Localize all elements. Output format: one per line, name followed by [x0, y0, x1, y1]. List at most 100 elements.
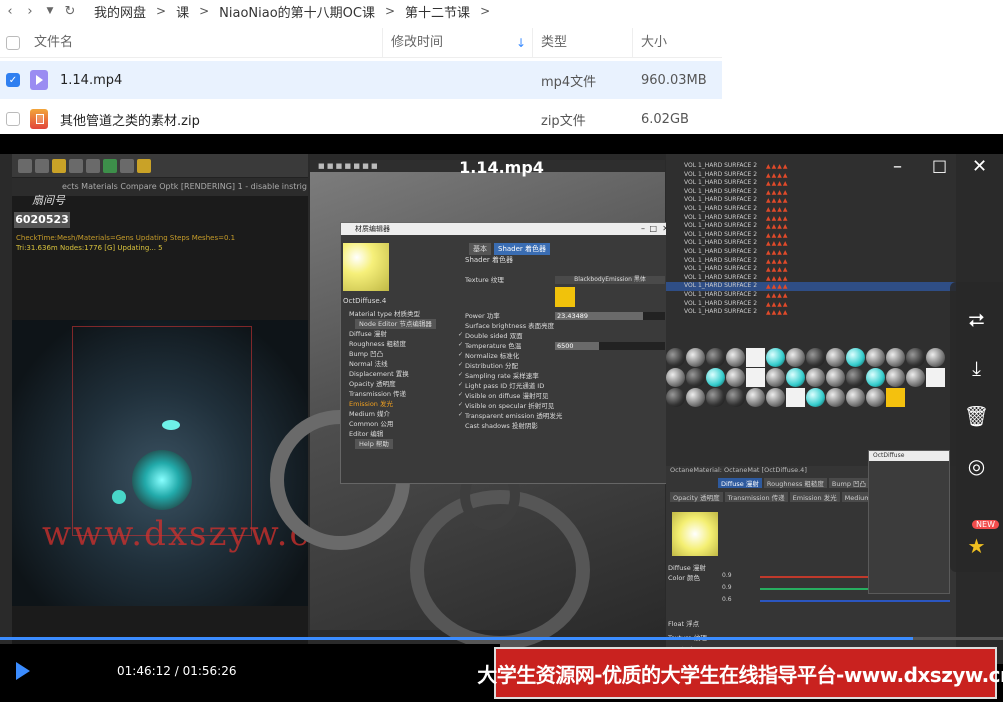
material-ball-icon — [866, 368, 885, 387]
object-row: VOL 1_HARD SURFACE 2 ▲▲▲▲ — [666, 196, 956, 205]
channel-label: Medium 媒介 — [349, 410, 391, 418]
object-name: VOL 1_HARD SURFACE 2 — [684, 196, 758, 204]
breadcrumb-item[interactable]: 第十二节课 — [405, 2, 470, 21]
material-ball-icon — [886, 388, 905, 407]
channel-item: Bump 凹凸 ✓ — [343, 349, 463, 359]
breadcrumb-separator-icon: > — [384, 4, 396, 18]
object-row: VOL 1_HARD SURFACE 2 ▲▲▲▲ — [666, 231, 956, 240]
object-name: VOL 1_HARD SURFACE 2 — [684, 256, 758, 264]
attr-section-label: Diffuse 漫射 — [668, 564, 706, 572]
color-r-value: 0.9 — [722, 572, 732, 579]
material-editor-dialog: 材质编辑器 – □ ✕ 基本 Shader 着色器 OctDiffuse.4 M… — [340, 222, 674, 484]
play-icon[interactable] — [16, 662, 30, 680]
temperature-value: 6500 — [557, 342, 574, 350]
shader-param-row: Surface brightness 表面亮度 — [465, 322, 555, 330]
robot-core-orb — [132, 450, 192, 510]
channel-label: Emission 发光 — [349, 400, 393, 408]
render-preview-image — [12, 320, 308, 606]
file-row[interactable]: ✓ 1.14.mp4 mp4文件 960.03MB — [0, 61, 722, 99]
breadcrumb: 我的网盘 > 课 > NiaoNiao的第十八期OC课 > 第十二节课 > — [94, 2, 500, 21]
material-ball-icon — [726, 388, 745, 407]
channel-label: Roughness 粗糙度 — [349, 340, 407, 348]
close-icon[interactable]: ✕ — [972, 156, 987, 177]
channel-item: Diffuse 漫射 ✓ — [343, 329, 463, 339]
popup-title: OctDiffuse — [869, 451, 949, 461]
material-ball-icon — [666, 368, 685, 387]
shader-param-row: Power 功率 23.43489 — [465, 311, 673, 321]
maximize-icon: □ — [649, 224, 657, 233]
diffuse-preview-swatch — [672, 512, 718, 556]
material-ball-icon — [846, 368, 865, 387]
material-ball-icon — [846, 348, 865, 367]
video-player[interactable]: ects Materials Compare Optk [RENDERING] … — [0, 134, 1003, 702]
pin-icon[interactable]: ★ — [950, 522, 1003, 570]
column-header-name[interactable]: 文件名 — [26, 28, 73, 58]
breadcrumb-item[interactable]: NiaoNiao的第十八期OC课 — [219, 2, 375, 21]
power-value: 23.43489 — [557, 312, 589, 320]
material-ball-icon — [866, 348, 885, 367]
share-icon[interactable]: ⮂ — [950, 296, 1003, 344]
select-all-checkbox[interactable] — [6, 35, 20, 50]
material-ball-icon — [826, 388, 845, 407]
time-display: 01:46:12 / 01:56:26 — [117, 664, 237, 678]
shader-param-row: Normalize 标准化 — [465, 352, 520, 360]
material-ball-icon — [706, 348, 725, 367]
material-ball-icon — [846, 388, 865, 407]
color-b-bar — [760, 600, 950, 602]
frame-counter: 6020523 — [14, 212, 70, 228]
material-ball-icon — [666, 388, 685, 407]
tab-basic: 基本 — [469, 243, 491, 255]
file-name[interactable]: 1.14.mp4 — [60, 73, 122, 88]
progress-fill — [0, 637, 913, 640]
download-icon[interactable]: ⤓ — [950, 344, 1003, 392]
column-header-modified[interactable]: 修改时间 ↓ — [382, 28, 532, 58]
material-ball-icon — [766, 388, 785, 407]
sort-down-icon[interactable]: ↓ — [516, 28, 526, 58]
attr-tab: Transmission 传递 — [724, 492, 788, 502]
file-type: mp4文件 — [541, 74, 597, 90]
object-row: VOL 1_HARD SURFACE 2 ▲▲▲▲ — [666, 274, 956, 283]
file-row[interactable]: 其他管道之类的素材.zip zip文件 6.02GB — [0, 100, 722, 138]
material-ball-icon — [926, 368, 945, 387]
material-ball-icon — [746, 348, 765, 367]
delete-icon[interactable]: 🗑 — [950, 392, 1003, 440]
video-frame[interactable]: ects Materials Compare Optk [RENDERING] … — [0, 154, 1003, 664]
video-title: 1.14.mp4 — [459, 158, 544, 177]
object-row: VOL 1_HARD SURFACE 2 ▲▲▲▲ — [666, 179, 956, 188]
progress-bar[interactable] — [0, 637, 1003, 640]
material-ball-icon — [686, 348, 705, 367]
column-header-size[interactable]: 大小 — [632, 28, 722, 58]
channel-item: Normal 法线 ✓ — [343, 359, 463, 369]
forward-icon[interactable]: › — [20, 4, 40, 19]
row-checkbox[interactable] — [6, 112, 20, 126]
color-b-value: 0.6 — [722, 596, 732, 603]
promo-banner-text: 大学生资源网-优质的大学生在线指导平台-www.dxszyw.cn — [477, 662, 1003, 687]
channel-item: Common 公用 — [349, 420, 394, 428]
promo-banner[interactable]: 大学生资源网-优质的大学生在线指导平台-www.dxszyw.cn — [477, 647, 1003, 699]
file-name[interactable]: 其他管道之类的素材.zip — [60, 110, 200, 129]
dialog-tabs: 基本 Shader 着色器 — [469, 243, 551, 255]
history-dropdown-icon[interactable]: ▼ — [40, 6, 60, 16]
back-icon[interactable]: ‹ — [0, 4, 20, 19]
texture-slot — [465, 285, 673, 311]
shader-param-row: Distribution 分配 — [465, 362, 518, 370]
material-ball-icon — [686, 388, 705, 407]
material-ball-icon — [706, 388, 725, 407]
maximize-icon[interactable]: □ — [932, 156, 947, 175]
object-name: VOL 1_HARD SURFACE 2 — [684, 299, 758, 307]
texture-swatch — [555, 287, 575, 307]
navigation-bar: ‹ › ▼ ↻ 我的网盘 > 课 > NiaoNiao的第十八期OC课 > 第十… — [0, 0, 1003, 22]
view-icon[interactable]: ◎ — [950, 442, 1003, 490]
channel-label: Diffuse 漫射 — [349, 330, 387, 338]
row-checkbox[interactable]: ✓ — [6, 73, 20, 87]
column-header-type[interactable]: 类型 — [532, 28, 632, 58]
minimize-icon[interactable]: – — [893, 156, 902, 177]
breadcrumb-item[interactable]: 课 — [176, 2, 189, 21]
refresh-icon[interactable]: ↻ — [60, 4, 80, 19]
object-name: VOL 1_HARD SURFACE 2 — [684, 230, 758, 238]
side-toolbar: ⮂ ⤓ 🗑 ◎ ★ NEW — [950, 282, 1003, 572]
texture-field: BlackbodyEmission 黑体 — [555, 276, 665, 284]
breadcrumb-item[interactable]: 我的网盘 — [94, 2, 146, 21]
material-ball-icon — [826, 348, 845, 367]
small-attribute-popup: OctDiffuse — [868, 450, 950, 594]
